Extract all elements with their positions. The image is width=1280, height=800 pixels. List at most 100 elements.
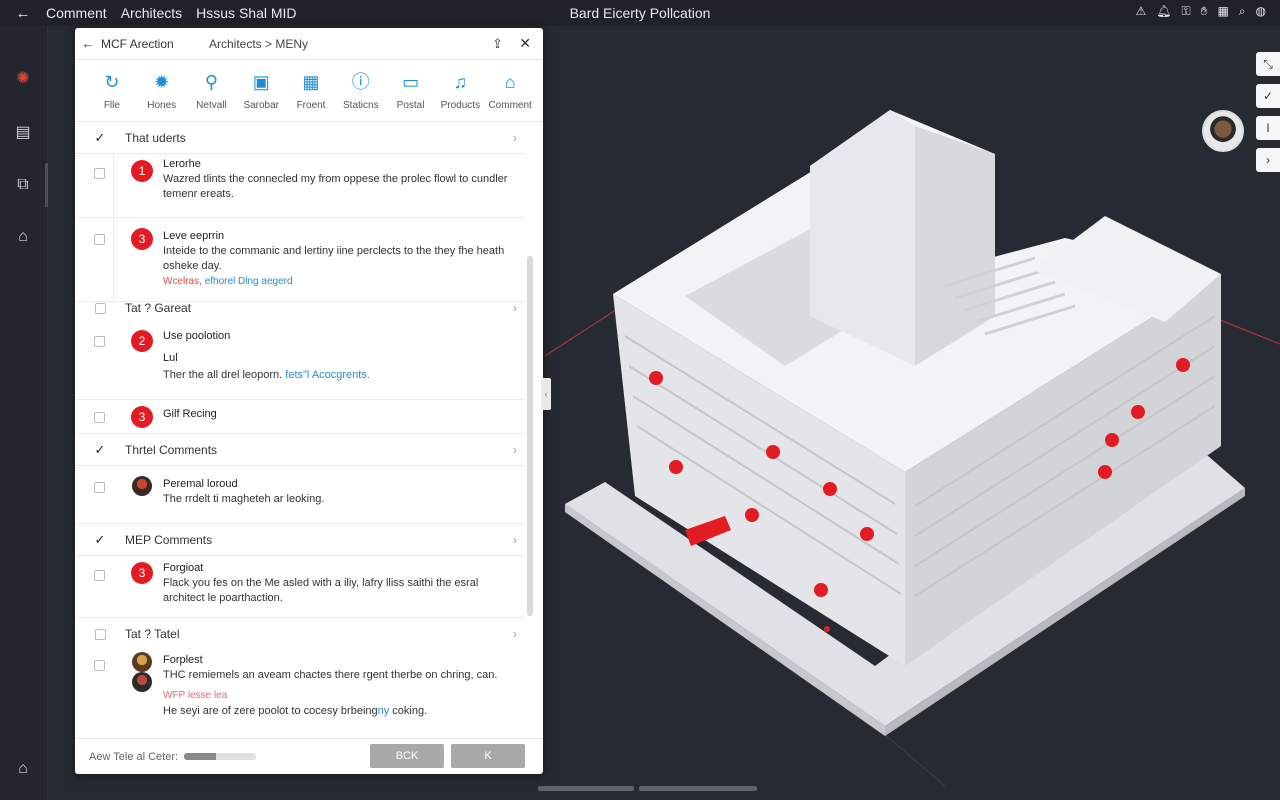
comment-marker[interactable] (1098, 465, 1112, 479)
item-link[interactable]: ny (378, 705, 390, 717)
footer-label: Aew Tele al Ceter: (89, 750, 179, 763)
scrollbar[interactable] (527, 256, 533, 616)
back-arrow-icon[interactable]: ← (75, 36, 101, 51)
section-header[interactable]: Tat ? Gareat › (75, 292, 525, 324)
item-link[interactable]: fets"l Acocgrents. (285, 369, 370, 381)
item-checkbox[interactable] (94, 482, 105, 493)
item-checkbox[interactable] (94, 570, 105, 581)
document-icon[interactable]: ▤ (12, 122, 34, 144)
menu-architects[interactable]: Architects (121, 5, 182, 21)
item-text: Inteide to the commanic and lertiny iine… (163, 245, 505, 272)
comment-marker[interactable] (823, 482, 837, 496)
tab-postal[interactable]: ▭ Postal (386, 60, 436, 121)
ok-button[interactable]: K (451, 744, 525, 768)
home-icon[interactable]: ⌂ (12, 758, 34, 780)
check-icon[interactable]: ✓ (75, 442, 125, 458)
bell-icon[interactable]: 🔔︎ (1156, 4, 1171, 19)
horizontal-scrollbar[interactable] (538, 786, 634, 791)
list-item[interactable]: 2 Use poolotion Lul Ther the all drel le… (75, 324, 525, 400)
comment-marker[interactable] (766, 445, 780, 459)
lock-icon[interactable]: ⚿ (1181, 4, 1190, 19)
check-icon[interactable]: ✓ (75, 130, 125, 146)
list-item[interactable]: 3 Forgioat Flack you fes on the Me asled… (75, 556, 525, 618)
hand-icon[interactable]: ✋︎ (1201, 4, 1208, 19)
check-icon[interactable]: ✓ (1256, 84, 1280, 108)
comment-marker[interactable] (669, 460, 683, 474)
list-item[interactable]: 3 Leve eeprrin Inteide to the commanic a… (75, 218, 525, 302)
tab-comment[interactable]: ⌂ Comment (485, 60, 535, 121)
item-checkbox[interactable] (94, 336, 105, 347)
item-text-end: coking. (389, 705, 428, 717)
section-checkbox-wrap[interactable] (75, 628, 125, 640)
comment-marker[interactable] (1176, 358, 1190, 372)
search-icon[interactable]: ⌕ (1239, 4, 1246, 19)
close-icon[interactable]: ✕ (519, 35, 531, 52)
globe-icon[interactable]: ◍ (1256, 4, 1266, 19)
back-arrow-icon[interactable]: ← (0, 5, 46, 22)
menu-comment[interactable]: Comment (46, 5, 107, 21)
grid-icon[interactable]: ▦ (1217, 4, 1228, 19)
item-checkbox[interactable] (94, 168, 105, 179)
marker-badge: 1 (131, 160, 153, 182)
share-icon[interactable]: ⇪ (492, 36, 503, 52)
check-icon[interactable]: ✓ (75, 532, 125, 548)
item-title: Forgioat (163, 562, 204, 574)
tab-staticns[interactable]: ⓘ Staticns (336, 60, 386, 121)
comment-marker[interactable] (1105, 433, 1119, 447)
list-item[interactable]: Forplest THC remiemels an aveam chactes … (75, 650, 525, 722)
3d-viewport[interactable] (545, 26, 1280, 800)
section-checkbox-wrap[interactable] (75, 302, 125, 314)
tab-products[interactable]: ♫ Products (435, 60, 485, 121)
settings-gear-icon[interactable]: ✺ (12, 68, 34, 90)
panel-collapse-handle[interactable]: ‹ (541, 378, 551, 410)
section-header[interactable]: ✓ Thrtel Comments › (75, 434, 525, 466)
item-title: Lerorhe (163, 158, 201, 170)
comment-marker[interactable] (1131, 405, 1145, 419)
horizontal-scrollbar[interactable] (639, 786, 757, 791)
tab-froent[interactable]: ▦ Froent (286, 60, 336, 121)
item-checkbox[interactable] (94, 660, 105, 671)
chevron-right-icon[interactable]: › (513, 301, 517, 315)
section-header[interactable]: Tat ? Tatel › (75, 618, 525, 650)
panel-back-label[interactable]: MCF Arection (101, 37, 209, 51)
item-text: Flack you fes on the Me asled with a ili… (163, 577, 479, 604)
item-checkbox[interactable] (94, 412, 105, 423)
home-settings-icon[interactable]: ⌂ (12, 226, 34, 248)
comment-marker[interactable] (745, 508, 759, 522)
chat-icon: ▭ (402, 72, 420, 92)
section-header[interactable]: ✓ That uderts › (75, 122, 525, 154)
chevron-right-icon[interactable]: › (1256, 148, 1280, 172)
topbar-icons: ⚠ 🔔︎ ⚿ ✋︎ ▦ ⌕ ◍ (1135, 4, 1266, 19)
back-button[interactable]: BCK (370, 744, 444, 768)
note-link[interactable]: efhorel Dlng aegerd (205, 276, 293, 287)
list-item[interactable]: 3 Gilf Recing (75, 400, 525, 434)
chevron-right-icon[interactable]: › (513, 443, 517, 457)
text-cursor-icon[interactable]: I (1256, 116, 1280, 140)
user-warning-icon[interactable]: ⚠ (1135, 4, 1146, 19)
section-header[interactable]: ✓ MEP Comments › (75, 524, 525, 556)
list-item[interactable]: Peremal loroud The rrdelt ti magheteh ar… (75, 466, 525, 524)
list-item[interactable]: 1 Lerorhe Wazred tlints the connecled my… (75, 154, 525, 218)
note-red: Wcelras, (163, 276, 202, 287)
comment-marker[interactable] (824, 626, 830, 632)
item-text-main: Ther the all drel leoporn. (163, 369, 283, 381)
tab-file[interactable]: ↻ Flle (87, 60, 137, 121)
section-checkbox[interactable] (94, 628, 106, 640)
user-avatar[interactable] (1202, 110, 1244, 152)
comment-marker[interactable] (860, 527, 874, 541)
chevron-right-icon[interactable]: › (513, 533, 517, 547)
menu-project[interactable]: Hssus Shal MID (196, 5, 296, 21)
chevron-right-icon[interactable]: › (513, 131, 517, 145)
tab-hones[interactable]: ✹ Hones (137, 60, 187, 121)
comment-marker[interactable] (814, 583, 828, 597)
tab-sarobar[interactable]: ▣ Sarobar (236, 60, 286, 121)
layers-icon[interactable]: ⧉ (12, 174, 34, 196)
section-checkbox[interactable] (94, 302, 106, 314)
avatar (132, 672, 152, 692)
measure-icon[interactable]: ⤡ (1256, 52, 1280, 76)
comment-marker[interactable] (649, 371, 663, 385)
item-checkbox[interactable] (94, 234, 105, 245)
tab-netvall[interactable]: ⚲ Netvall (187, 60, 237, 121)
comment-list: ✓ That uderts › 1 Lerorhe Wazred tlints … (75, 122, 543, 722)
chevron-right-icon[interactable]: › (513, 627, 517, 641)
